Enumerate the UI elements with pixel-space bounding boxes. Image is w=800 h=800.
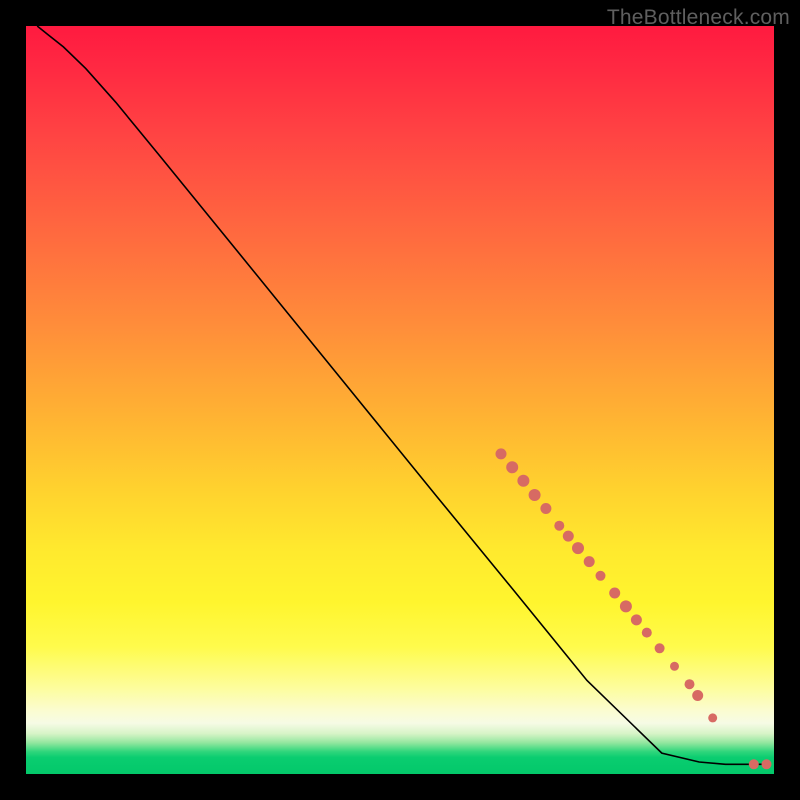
data-marker xyxy=(670,662,679,671)
data-marker xyxy=(609,588,620,599)
data-marker xyxy=(631,614,642,625)
data-marker xyxy=(572,542,584,554)
data-marker xyxy=(762,759,772,769)
data-marker xyxy=(749,759,759,769)
data-marker xyxy=(506,461,518,473)
data-marker xyxy=(692,690,703,701)
data-marker xyxy=(554,521,564,531)
data-marker xyxy=(529,489,541,501)
data-marker xyxy=(620,600,632,612)
data-marker xyxy=(642,628,652,638)
data-marker xyxy=(496,448,507,459)
data-marker xyxy=(584,556,595,567)
data-marker xyxy=(685,679,695,689)
bottleneck-curve xyxy=(37,26,766,764)
data-markers xyxy=(496,448,772,769)
data-marker xyxy=(708,713,717,722)
chart-svg xyxy=(26,26,774,774)
data-marker xyxy=(563,531,574,542)
data-marker xyxy=(540,503,551,514)
data-marker xyxy=(596,571,606,581)
data-marker xyxy=(655,643,665,653)
data-marker xyxy=(517,475,529,487)
